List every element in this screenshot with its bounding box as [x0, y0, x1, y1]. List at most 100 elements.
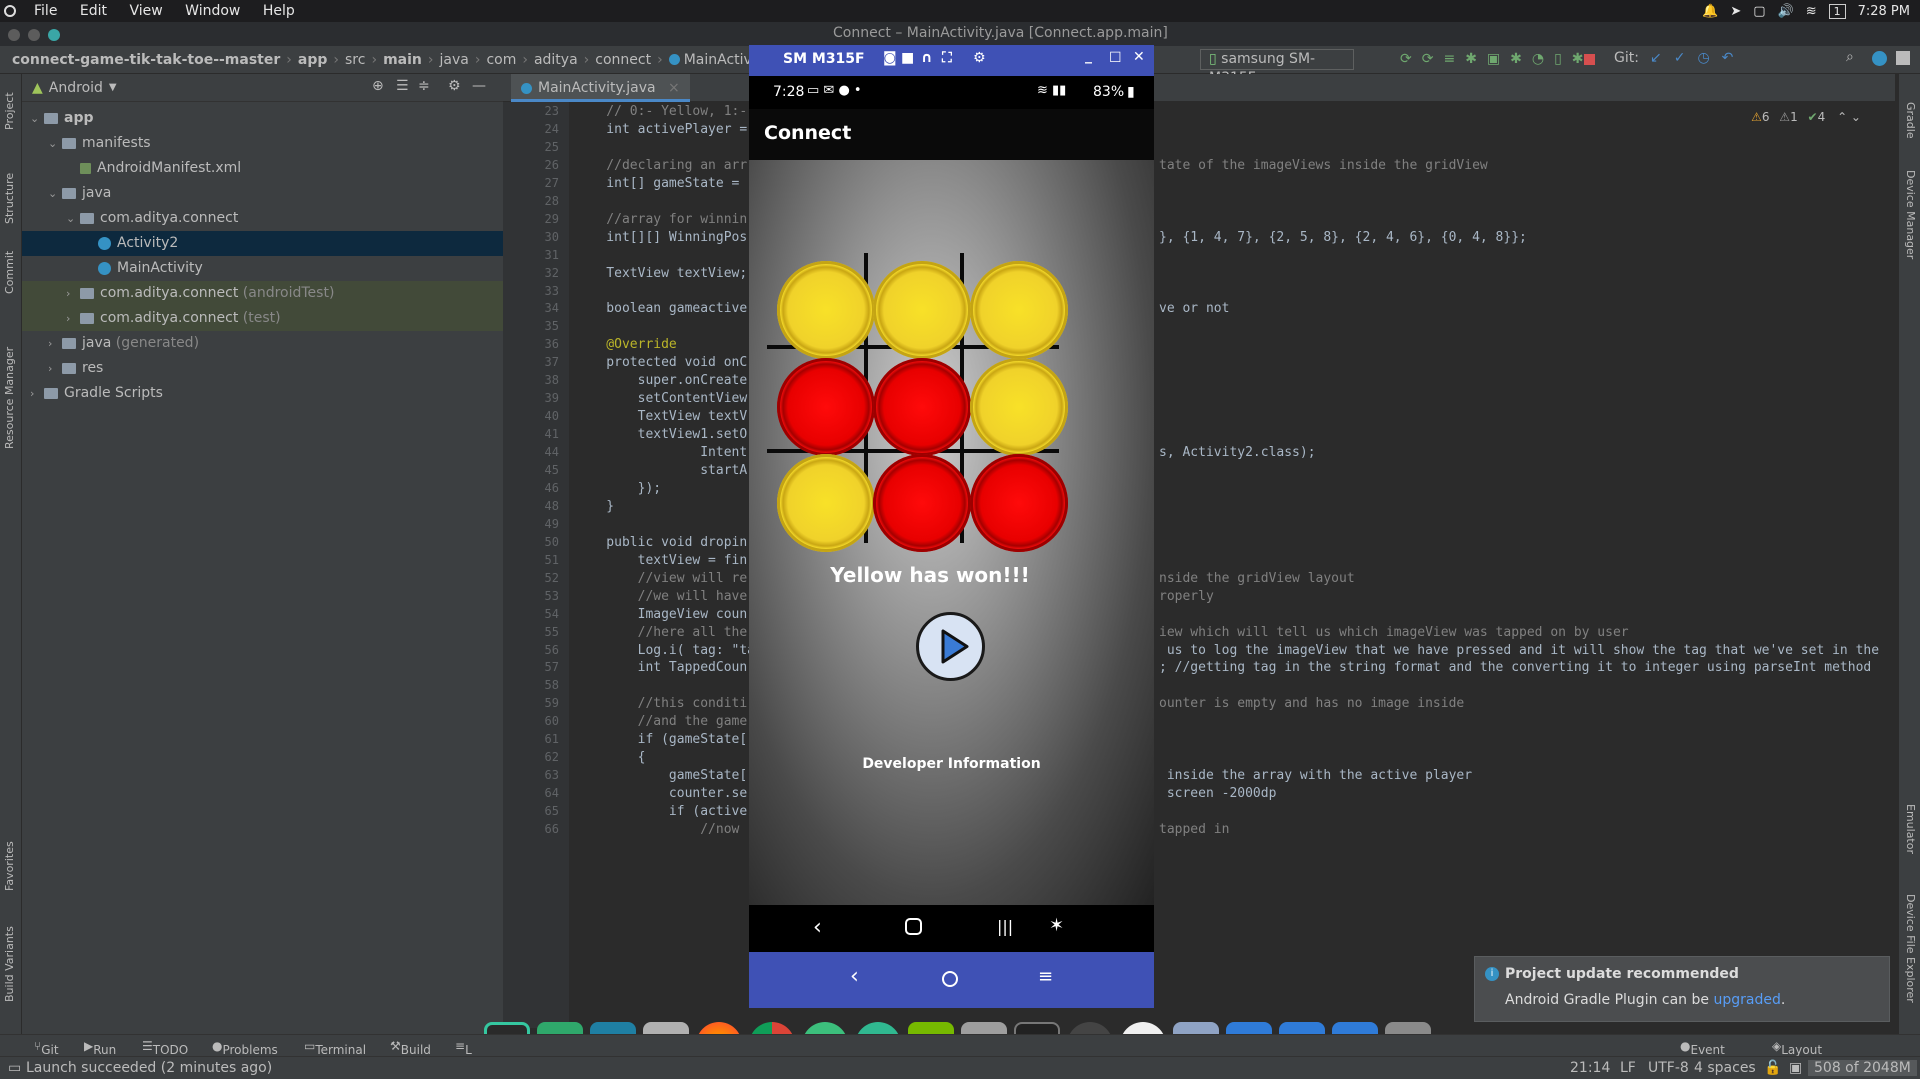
settings-icon[interactable]: ⚙	[973, 50, 986, 66]
chevron-right-icon[interactable]: ›	[48, 356, 62, 381]
breadcrumb-src[interactable]: src	[345, 52, 365, 68]
tree-item[interactable]: ⌄ com.aditya.connect	[22, 206, 503, 231]
breadcrumb-main[interactable]: main	[383, 52, 422, 68]
yellow-coin[interactable]	[873, 261, 971, 359]
clipboard-icon[interactable]: ▢	[1753, 4, 1765, 19]
menu-view[interactable]: View	[129, 3, 162, 19]
red-coin[interactable]	[970, 454, 1068, 552]
breadcrumb-com[interactable]: com	[486, 52, 516, 68]
telegram-icon[interactable]: ➤	[1730, 4, 1741, 19]
chevron-down-icon[interactable]: ⌄	[66, 206, 80, 231]
chevron-down-icon[interactable]: ⌄	[48, 181, 62, 206]
breadcrumb-project[interactable]: connect-game-tik-tak-toe--master	[12, 52, 280, 68]
tree-item[interactable]: › res	[22, 356, 503, 381]
screenshot-icon[interactable]: ◙	[883, 50, 897, 66]
chevron-down-icon[interactable]: ⌄	[30, 106, 44, 131]
system-logo-icon[interactable]	[4, 5, 16, 17]
menu-window[interactable]: Window	[185, 3, 240, 19]
audio-icon[interactable]: ∩	[921, 50, 932, 66]
locate-icon[interactable]: ⊕	[372, 78, 384, 94]
device-file-explorer-tool-tab[interactable]: Device File Explorer	[1904, 894, 1917, 1003]
memory-indicator[interactable]: 508 of 2048M	[1808, 1060, 1917, 1076]
structure-tool-tab[interactable]: Structure	[3, 173, 16, 224]
layout-inspector-button[interactable]: ◈ Layout Inspector	[1772, 1039, 1837, 1071]
tab-mainactivity[interactable]: MainActivity.java ×	[511, 74, 690, 102]
phone-home-button[interactable]	[905, 918, 922, 935]
chevron-down-icon[interactable]: ⌄	[48, 131, 62, 156]
breadcrumb-java[interactable]: java	[439, 52, 468, 68]
problems-tool-button[interactable]: ● Problems	[212, 1039, 278, 1057]
run-tool-button[interactable]: ▶ Run	[84, 1039, 116, 1057]
file-encoding[interactable]: UTF-8	[1648, 1060, 1689, 1076]
hide-panel-icon[interactable]: —	[472, 78, 486, 94]
close-window-button[interactable]	[8, 29, 20, 41]
logcat-tool-button[interactable]: ≡ L	[455, 1039, 472, 1057]
record-icon[interactable]: ■	[901, 50, 914, 66]
breadcrumb-app[interactable]: app	[298, 52, 328, 68]
collapse-all-icon[interactable]: ≑	[418, 78, 430, 94]
stop-icon[interactable]	[1584, 54, 1595, 65]
project-view-selector[interactable]: Android	[49, 80, 103, 96]
clock[interactable]: 7:28 PM	[1858, 4, 1910, 19]
line-separator[interactable]: LF	[1620, 1060, 1636, 1076]
menu-help[interactable]: Help	[263, 3, 295, 19]
gradle-tool-tab[interactable]: Gradle	[1904, 102, 1917, 139]
chevron-right-icon[interactable]: ›	[66, 306, 80, 331]
mirror-menu-button[interactable]: ≡	[1038, 966, 1053, 987]
tree-item[interactable]: AndroidManifest.xml	[22, 156, 503, 181]
close-mirror-button[interactable]: ✕	[1133, 49, 1145, 65]
todo-tool-button[interactable]: ☰ TODO	[142, 1039, 188, 1057]
terminal-tool-button[interactable]: ▭ Terminal	[304, 1039, 366, 1057]
inspection-widget[interactable]: ⚠6 ⚠1 ✔4 ⌃ ⌄	[1751, 110, 1861, 124]
update-icon[interactable]	[1872, 51, 1887, 66]
device-manager-tool-tab[interactable]: Device Manager	[1904, 170, 1917, 259]
tree-item[interactable]: MainActivity	[22, 256, 503, 281]
fullscreen-icon[interactable]: ⛶	[942, 50, 952, 66]
tree-item[interactable]: Activity2	[22, 231, 503, 256]
indent-setting[interactable]: 4 spaces	[1694, 1060, 1756, 1076]
play-again-button[interactable]	[916, 612, 985, 681]
git-tool-button[interactable]: ⑂ Git	[34, 1039, 59, 1057]
maximize-window-button[interactable]	[48, 29, 60, 41]
maximize-mirror-button[interactable]: ☐	[1109, 50, 1122, 66]
build-variants-tool-tab[interactable]: Build Variants	[3, 926, 16, 1002]
tree-item[interactable]: › Gradle Scripts	[22, 381, 503, 406]
volume-icon[interactable]: 🔊	[1778, 4, 1794, 19]
tree-item[interactable]: › java (generated)	[22, 331, 503, 356]
build-tool-button[interactable]: ⚒ Build	[390, 1039, 431, 1057]
mirror-home-button[interactable]	[942, 971, 958, 987]
tree-item[interactable]: ⌄ app	[22, 106, 503, 131]
workspace-indicator[interactable]: 1	[1828, 3, 1846, 19]
wifi-icon[interactable]: ≋	[1806, 4, 1817, 19]
device-selector[interactable]: ▯ samsung SM-M315F ▾	[1200, 49, 1354, 86]
git-actions[interactable]: ↙✓◷↶	[1650, 50, 1745, 66]
project-tool-tab[interactable]: Project	[3, 92, 16, 130]
red-coin[interactable]	[873, 454, 971, 552]
developer-information-link[interactable]: Developer Information	[749, 756, 1154, 772]
expand-all-icon[interactable]: ☰	[396, 78, 409, 94]
lock-icon[interactable]: 🔓	[1764, 1060, 1781, 1076]
caret-position[interactable]: 21:14	[1570, 1060, 1610, 1076]
emulator-tool-tab[interactable]: Emulator	[1904, 804, 1917, 854]
menu-file[interactable]: File	[34, 3, 57, 19]
yellow-coin[interactable]	[970, 358, 1068, 456]
minimize-window-button[interactable]	[28, 29, 40, 41]
tree-item[interactable]: › com.aditya.connect (androidTest)	[22, 281, 503, 306]
chevron-right-icon[interactable]: ›	[30, 381, 44, 406]
resource-manager-tool-tab[interactable]: Resource Manager	[3, 347, 16, 449]
event-log-button[interactable]: ● Event Log	[1680, 1039, 1725, 1071]
yellow-coin[interactable]	[777, 261, 875, 359]
search-icon[interactable]: ⌕	[1846, 49, 1854, 65]
yellow-coin[interactable]	[970, 261, 1068, 359]
tree-item[interactable]: ⌄ java	[22, 181, 503, 206]
yellow-coin[interactable]	[777, 454, 875, 552]
chevron-right-icon[interactable]: ›	[48, 331, 62, 356]
menu-edit[interactable]: Edit	[80, 3, 107, 19]
notification-bell-icon[interactable]: 🔔	[1702, 4, 1718, 19]
status-message[interactable]: Launch succeeded (2 minutes ago)	[26, 1060, 272, 1076]
commit-tool-tab[interactable]: Commit	[3, 251, 16, 294]
red-coin[interactable]	[777, 358, 875, 456]
layout-icon[interactable]	[1896, 51, 1910, 65]
tree-item[interactable]: › com.aditya.connect (test)	[22, 306, 503, 331]
upgraded-link[interactable]: upgraded	[1713, 992, 1780, 1008]
